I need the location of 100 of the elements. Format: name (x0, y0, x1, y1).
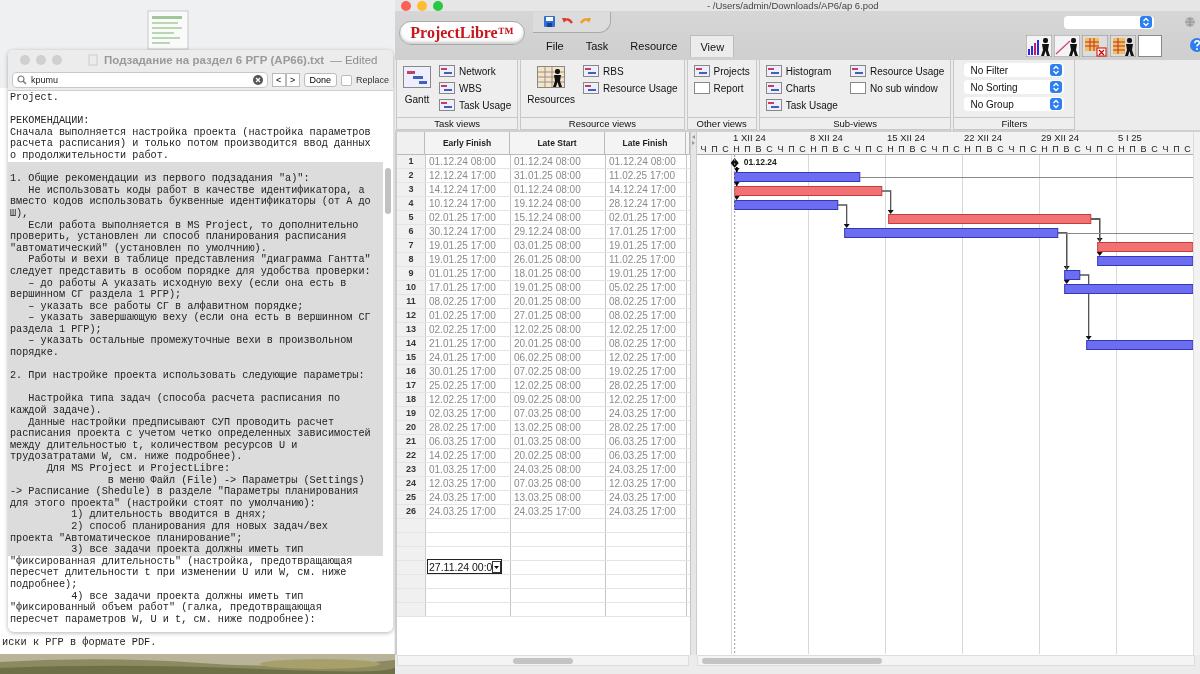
row-header[interactable] (397, 533, 426, 546)
row-header[interactable] (397, 575, 426, 588)
row-number[interactable]: 3 (397, 183, 426, 196)
task-bar[interactable] (1064, 270, 1081, 280)
row-number[interactable]: 12 (397, 309, 426, 322)
view-button[interactable]: No sub window (847, 80, 947, 96)
column-header[interactable] (397, 132, 425, 154)
row-number[interactable]: 6 (397, 225, 426, 238)
table-cell: 17.01.25 17:00 (426, 281, 511, 294)
checkbox-label[interactable]: Replace (355, 75, 389, 85)
tab[interactable]: Resource (621, 35, 687, 57)
dropdown[interactable]: No Filter (964, 63, 1065, 77)
view-button[interactable]: Histogram (763, 63, 840, 79)
column-header[interactable]: Late Start (510, 132, 605, 154)
task-bar[interactable] (1064, 284, 1193, 294)
row-number[interactable]: 5 (397, 211, 426, 224)
row-number[interactable]: 26 (397, 505, 426, 518)
clear-icon[interactable] (252, 75, 263, 85)
row-number[interactable]: 2 (397, 169, 426, 182)
row-number[interactable]: 11 (397, 295, 426, 308)
task-bar[interactable] (1097, 256, 1193, 266)
scrollbar-thumb[interactable] (385, 168, 391, 214)
task-bar[interactable] (844, 228, 1059, 238)
table-cell: 19.01.25 17:00 (426, 253, 511, 266)
view-button[interactable]: Resource Usage (847, 63, 947, 79)
week-label: 15 XII 24 (887, 132, 926, 143)
view-button[interactable]: WBS (437, 80, 514, 96)
date-field[interactable]: 27.11.24 00:0 (427, 559, 503, 574)
day-label: С (997, 144, 1004, 154)
view-button[interactable]: Projects (691, 63, 752, 79)
view-button[interactable]: Charts (763, 80, 840, 96)
tab[interactable]: Task (576, 35, 618, 57)
task-bar[interactable] (734, 200, 839, 210)
table-cell: 24.03.25 17:00 (606, 407, 687, 420)
row-number[interactable]: 10 (397, 281, 426, 294)
dropdown[interactable]: No Sorting (964, 80, 1065, 94)
scrollbar-thumb[interactable] (513, 657, 573, 664)
document-thumbnail-icon[interactable] (145, 9, 191, 51)
row-number[interactable]: 17 (397, 379, 426, 392)
table-cell: 12.02.25 08:00 (511, 379, 606, 392)
row-number[interactable]: 14 (397, 337, 426, 350)
row-number[interactable]: 15 (397, 351, 426, 364)
save-icon[interactable] (543, 15, 556, 28)
view-button[interactable]: Report (691, 80, 752, 96)
row-number[interactable]: 8 (397, 253, 426, 266)
collapse-arrows-icon[interactable] (691, 134, 696, 146)
row-number[interactable]: 23 (397, 463, 426, 476)
row-header[interactable] (397, 561, 426, 574)
globe-icon[interactable] (1184, 16, 1196, 28)
window-control[interactable] (417, 0, 427, 11)
histogram-icon[interactable] (1026, 35, 1052, 57)
row-number[interactable]: 16 (397, 365, 426, 378)
view-button[interactable]: Resources (525, 63, 578, 105)
view-button[interactable]: RBS (581, 63, 680, 79)
window-control[interactable] (401, 0, 411, 11)
table-cell: 06.03.25 17:00 (426, 435, 511, 448)
column-header[interactable]: Late Finish (605, 132, 686, 154)
row-number[interactable]: 24 (397, 477, 426, 490)
search-icon (17, 75, 28, 85)
chart-icon[interactable] (1054, 35, 1080, 57)
row-number[interactable]: 4 (397, 197, 426, 210)
row-header[interactable] (397, 589, 426, 602)
row-number[interactable]: 22 (397, 449, 426, 462)
row-number[interactable]: 20 (397, 421, 426, 434)
row-number[interactable]: 25 (397, 491, 426, 504)
table-delete-icon[interactable] (1082, 35, 1108, 57)
view-button[interactable]: Network (437, 63, 514, 79)
scrollbar[interactable] (1193, 132, 1200, 655)
row-number[interactable]: 13 (397, 323, 426, 336)
view-button[interactable]: Task Usage (437, 97, 514, 113)
row-number[interactable]: 18 (397, 393, 426, 406)
dropdown[interactable]: No Group (964, 97, 1065, 111)
dropdown[interactable] (1064, 15, 1154, 29)
previous-button[interactable]: < (271, 73, 286, 87)
view-button[interactable]: Resource Usage (581, 80, 680, 96)
search-field[interactable]: kpumu (12, 72, 268, 88)
row-header[interactable] (397, 519, 426, 532)
row-number[interactable]: 1 (397, 155, 426, 168)
tab[interactable]: File (537, 35, 573, 57)
table-cell: 12.02.25 08:00 (511, 323, 606, 336)
done-button[interactable]: Done (303, 73, 338, 87)
table-person-icon[interactable] (1110, 35, 1136, 57)
table-cell: 30.01.25 17:00 (426, 365, 511, 378)
row-header[interactable] (397, 603, 426, 616)
table-cell: 19.01.25 08:00 (511, 281, 606, 294)
view-button[interactable]: Gantt (401, 63, 433, 105)
help-icon[interactable] (1190, 38, 1200, 52)
tab[interactable]: View (690, 35, 735, 57)
window-control[interactable] (433, 0, 443, 11)
milestone-diamond[interactable] (730, 158, 739, 168)
replace-checkbox[interactable] (341, 74, 352, 86)
row-number[interactable]: 21 (397, 435, 426, 448)
row-number[interactable]: 7 (397, 239, 426, 252)
scrollbar-thumb[interactable] (702, 657, 882, 664)
column-header[interactable]: Early Finish (425, 132, 510, 154)
row-header[interactable] (397, 547, 426, 560)
row-number[interactable]: 9 (397, 267, 426, 280)
task-bar[interactable] (1086, 340, 1193, 350)
row-number[interactable]: 19 (397, 407, 426, 420)
view-button[interactable]: Task Usage (763, 97, 840, 113)
